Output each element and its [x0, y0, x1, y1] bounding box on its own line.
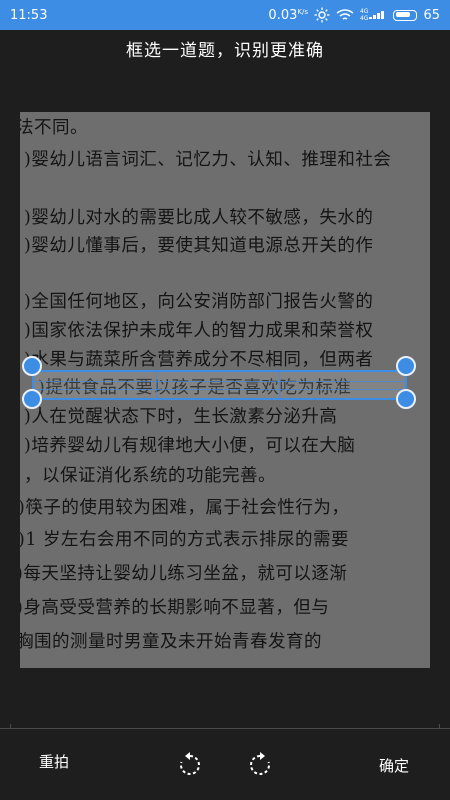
document-line: )全国任何地区，向公安消防部门报告火警的 — [24, 292, 374, 312]
document-line: )身高受受营养的长期影响不显著，但与 — [20, 598, 330, 618]
retake-button[interactable]: 重拍 — [39, 751, 69, 772]
document-line: )婴幼儿懂事后，要使其知道电源总开关的作 — [24, 236, 374, 256]
document-line: )每天坚持让婴幼儿练习坐盆，就可以逐渐 — [20, 564, 348, 584]
signal-icon: 4G 4G — [360, 8, 387, 22]
crop-handle-bottom-right[interactable] — [396, 389, 416, 409]
document-line: 法不同。 — [20, 118, 88, 138]
rotate-counterclockwise-icon — [177, 752, 203, 782]
crop-handle-bottom-left[interactable] — [22, 389, 42, 409]
rotate-left-button[interactable] — [177, 752, 203, 778]
document-line: )国家依法保护未成年人的智力成果和荣誉权 — [24, 321, 374, 341]
document-line: )培养婴幼儿有规律地大小便，可以在大脑 — [24, 436, 356, 456]
document-line: )筷子的使用较为困难，属于社会性行为， — [20, 498, 350, 518]
status-time: 11:53 — [10, 7, 48, 23]
crop-grid-line — [278, 372, 280, 398]
crop-grid-line — [156, 372, 158, 398]
rotate-clockwise-icon — [247, 752, 273, 782]
bottom-divider — [0, 724, 450, 729]
rotate-right-button[interactable] — [247, 752, 273, 778]
status-icons: 0.03 K/s 4G 4G 65 — [268, 7, 440, 23]
document-line: )人在觉醒状态下时，生长激素分泌升高 — [24, 407, 338, 427]
document-line: 胸围的测量时男童及未开始青春发育的 — [20, 632, 322, 652]
document-line: )水果与蔬菜所含营养成分不尽相同，但两者 — [24, 350, 374, 370]
crop-selection-box[interactable] — [32, 370, 407, 400]
crop-handle-top-left[interactable] — [22, 356, 42, 376]
document-line: )婴幼儿对水的需要比成人较不敏感，失水的 — [24, 208, 374, 228]
confirm-button[interactable]: 确定 — [379, 755, 409, 776]
brightness-icon — [314, 7, 330, 23]
wifi-icon — [336, 8, 354, 22]
crop-grid-line — [34, 380, 405, 382]
document-line: )婴幼儿语言词汇、记忆力、认知、推理和社会 — [24, 150, 392, 170]
document-line: )1 岁左右会用不同的方式表示排尿的需要 — [20, 530, 350, 550]
status-bar: 11:53 0.03 K/s 4G 4G 65 — [0, 0, 450, 30]
page-title: 框选一道题，识别更准确 — [126, 41, 324, 61]
battery-level: 65 — [423, 7, 440, 23]
document-line: ，以保证消化系统的功能完善。 — [24, 466, 276, 486]
crop-grid-line — [34, 389, 405, 391]
battery-icon — [393, 9, 418, 21]
crop-handle-top-right[interactable] — [396, 356, 416, 376]
network-speed: 0.03 K/s — [268, 7, 308, 23]
